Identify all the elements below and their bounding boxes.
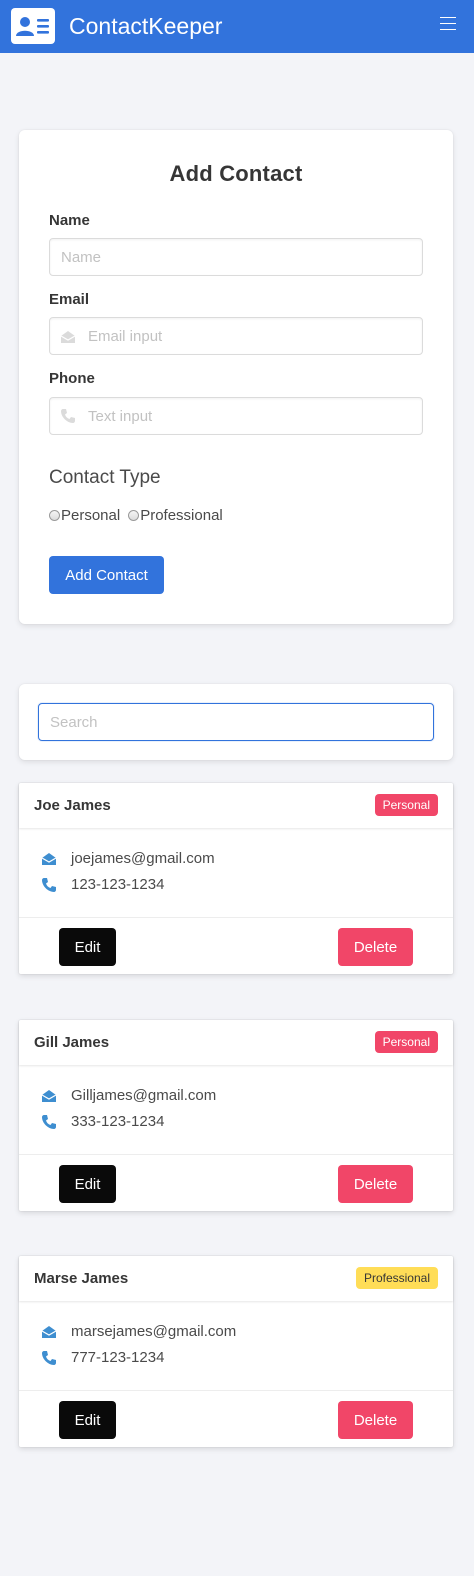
contact-name: Gill James [34,1034,110,1051]
card-footer: Edit Delete [19,917,453,974]
contact-type-badge: Professional [355,1267,438,1289]
contact-card-icon[interactable] [11,8,55,44]
contact-phone-row: 123-123-1234 [41,876,164,893]
contact-card: Joe James Personal joejames@gmail.com 12… [19,783,453,974]
contact-card: Marse James Professional marsejames@gmai… [19,1256,453,1447]
card-footer: Edit Delete [19,1390,453,1447]
contact-name: Marse James [34,1270,129,1287]
card-header: Joe James Personal [19,783,453,828]
contact-type-radio-group: Personal Professional [49,507,231,524]
navbar: ContactKeeper [0,0,474,53]
contact-type-badge: Personal [374,794,438,816]
contact-phone: 123-123-1234 [71,876,165,893]
radio-professional[interactable] [128,510,140,521]
envelope-open-icon [41,1089,57,1102]
contact-email-row: marsejames@gmail.com [41,1323,236,1340]
edit-button[interactable]: Edit [59,1401,116,1439]
app-title[interactable]: ContactKeeper [69,13,222,40]
phone-icon [42,1350,56,1365]
hamburger-icon[interactable] [440,17,456,31]
edit-button[interactable]: Edit [59,928,116,966]
contact-type-badge: Personal [374,1031,438,1053]
phone-icon [42,877,56,892]
phone-input[interactable] [49,397,423,435]
add-contact-form: Add Contact Name Email Phone Contact Typ… [19,130,453,624]
delete-button[interactable]: Delete [338,1165,413,1203]
email-label: Email [49,291,90,308]
contact-phone: 333-123-1234 [71,1113,165,1130]
phone-icon [42,1114,56,1129]
email-input[interactable] [49,317,423,355]
card-footer: Edit Delete [19,1154,453,1211]
contact-email-row: joejames@gmail.com [41,850,215,867]
card-header: Gill James Personal [19,1020,453,1065]
search-input[interactable] [38,703,434,741]
contact-card: Gill James Personal Gilljames@gmail.com … [19,1020,453,1211]
edit-button[interactable]: Edit [59,1165,116,1203]
phone-label: Phone [49,370,95,387]
search-panel [19,684,453,760]
radio-personal[interactable] [49,510,60,521]
contact-phone-row: 777-123-1234 [41,1349,164,1366]
name-label: Name [49,212,90,229]
envelope-open-icon [41,852,57,865]
delete-button[interactable]: Delete [338,1401,413,1439]
contact-type-title: Contact Type [49,467,161,488]
contact-name: Joe James [34,797,111,814]
contact-email: Gilljames@gmail.com [71,1087,217,1104]
contact-email-row: Gilljames@gmail.com [41,1087,216,1104]
envelope-open-icon [41,1325,57,1338]
name-input[interactable] [49,238,423,276]
radio-personal-label[interactable]: Personal [61,507,120,524]
radio-professional-label[interactable]: Professional [140,507,223,524]
contact-phone-row: 333-123-1234 [41,1113,164,1130]
card-header: Marse James Professional [19,1256,453,1301]
delete-button[interactable]: Delete [338,928,413,966]
phone-icon [61,409,75,423]
contact-email: joejames@gmail.com [71,850,215,867]
envelope-open-icon [60,331,76,343]
contact-phone: 777-123-1234 [71,1349,165,1366]
contact-email: marsejames@gmail.com [71,1323,237,1340]
form-title: Add Contact [169,161,303,186]
add-contact-button[interactable]: Add Contact [49,556,164,594]
